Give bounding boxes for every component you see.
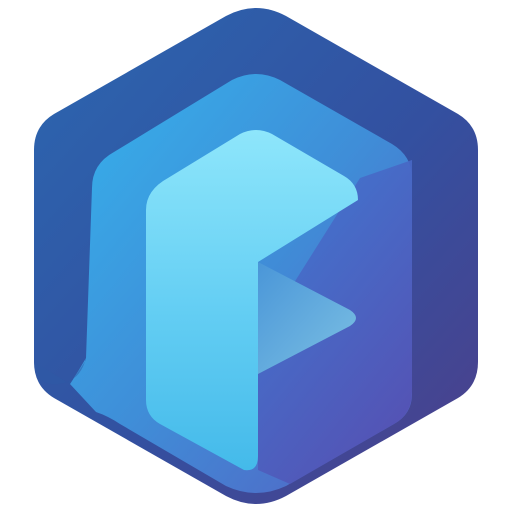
logo-canvas xyxy=(0,0,512,512)
hexagon-logo-icon xyxy=(34,8,478,504)
